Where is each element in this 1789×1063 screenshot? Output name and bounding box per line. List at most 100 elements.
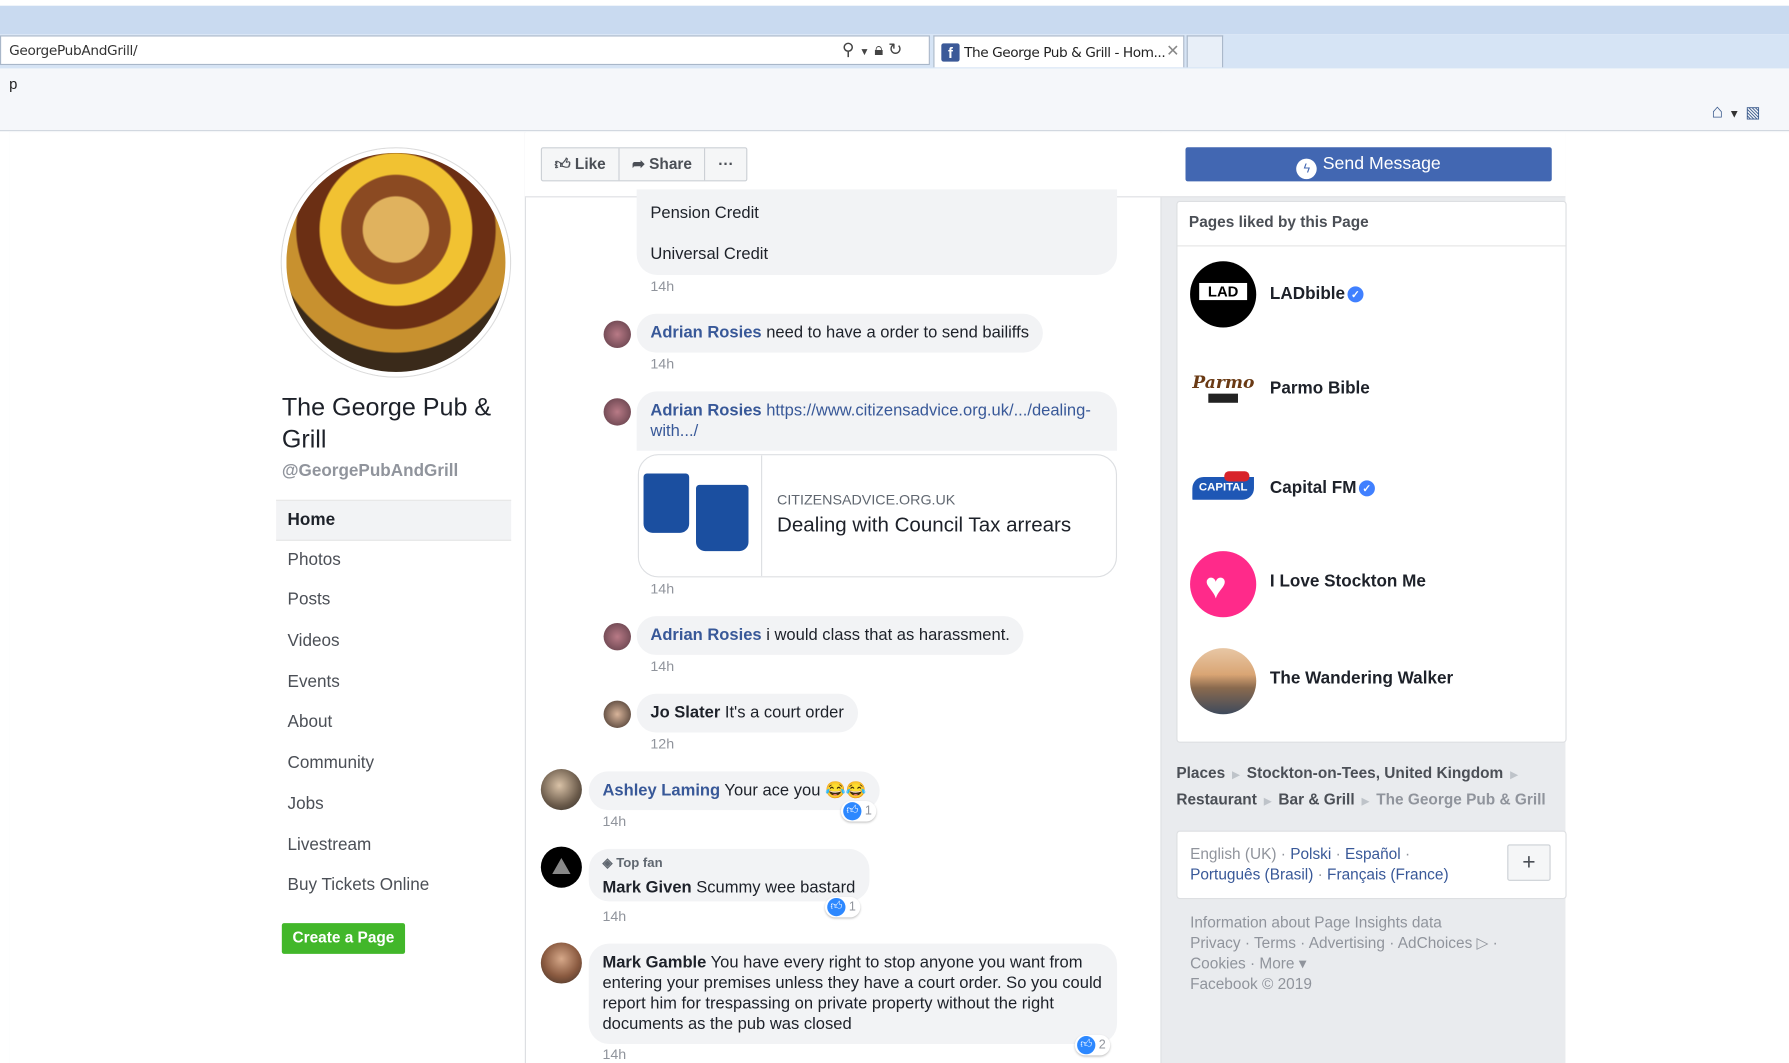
i-love-stockton-logo[interactable]: ♥ [1190, 551, 1257, 618]
search-icon[interactable]: ⚲ [842, 40, 855, 59]
liked-page-item[interactable]: I Love Stockton Me [1270, 572, 1426, 591]
avatar[interactable] [603, 398, 631, 426]
nav-item-community[interactable]: Community [276, 744, 511, 785]
language-link[interactable]: Español [1345, 845, 1401, 862]
liked-page-item[interactable]: LADbible ✓ [1270, 284, 1364, 304]
breadcrumb-restaurant[interactable]: Restaurant [1176, 791, 1256, 808]
comment-timestamp[interactable]: 14h [650, 356, 674, 372]
liked-page-name[interactable]: LADbible [1270, 284, 1345, 303]
comment-text: need to have a order to send bailiffs [761, 324, 1029, 343]
toolbar-icons: ⌂ ▼ ▧ [1712, 100, 1761, 123]
language-link[interactable]: Português (Brasil) [1190, 866, 1313, 883]
reaction-count[interactable]: 👍︎ 2 [1074, 1034, 1111, 1056]
language-link[interactable]: Polski [1290, 845, 1331, 862]
share-button[interactable]: ➦ Share [619, 148, 706, 181]
feed-icon[interactable]: ▧ [1745, 103, 1760, 121]
avatar[interactable] [540, 942, 582, 984]
address-text[interactable]: GeorgePubAndGrill/ [9, 42, 137, 58]
comment-timestamp[interactable]: 14h [650, 658, 674, 674]
liked-page-name[interactable]: The Wandering Walker [1270, 669, 1453, 688]
liked-page-name[interactable]: I Love Stockton Me [1270, 572, 1426, 591]
avatar[interactable] [603, 700, 631, 728]
verified-icon: ✓ [1358, 480, 1375, 497]
tab-close-icon[interactable]: ✕ [1166, 41, 1179, 60]
breadcrumb-places[interactable]: Places [1176, 764, 1225, 781]
commenter-name[interactable]: Adrian Rosies [650, 626, 761, 644]
top-fan-label: Top fan [616, 856, 663, 871]
breadcrumb-current[interactable]: The George Pub & Grill [1376, 791, 1545, 808]
chevron-right-icon: ▶ [1263, 795, 1272, 807]
dropdown-icon[interactable]: ▼ [859, 46, 869, 57]
commenter-name[interactable]: Ashley Laming [602, 782, 720, 800]
comment-timestamp[interactable]: 14h [602, 908, 626, 924]
liked-page-name[interactable]: Parmo Bible [1270, 379, 1370, 398]
page-profile-picture[interactable] [281, 148, 511, 377]
avatar[interactable] [540, 846, 582, 888]
facebook-favicon-icon: f [941, 43, 960, 62]
more-button[interactable]: ··· [706, 148, 747, 180]
liked-page-item[interactable]: Parmo Bible [1270, 379, 1370, 398]
avatar[interactable] [603, 622, 631, 651]
capital-fm-logo[interactable]: CAPITAL [1190, 454, 1257, 521]
commenter-name[interactable]: Jo Slater [650, 704, 720, 722]
create-page-button[interactable]: Create a Page [281, 923, 406, 954]
comment-timestamp[interactable]: 14h [602, 814, 626, 830]
nav-item-photos[interactable]: Photos [276, 540, 511, 581]
home-icon[interactable]: ⌂ [1712, 100, 1724, 122]
language-link[interactable]: Français (France) [1327, 866, 1449, 883]
page-action-buttons: 👍︎ Like ➦ Share ··· [540, 147, 748, 182]
avatar[interactable] [603, 320, 631, 349]
nav-item-home[interactable]: Home [276, 499, 512, 541]
liked-page-name[interactable]: Capital FM [1270, 478, 1357, 497]
footer-links[interactable]: Privacy · Terms · Advertising · AdChoice… [1190, 933, 1555, 954]
pages-liked-title[interactable]: Pages liked by this Page [1189, 213, 1369, 230]
address-bar[interactable] [0, 35, 930, 66]
add-language-button[interactable]: + [1507, 844, 1551, 881]
nav-item-about[interactable]: About [276, 703, 511, 744]
avatar[interactable] [540, 769, 582, 811]
nav-item-videos[interactable]: Videos [276, 622, 511, 663]
dropdown-icon[interactable]: ▼ [1729, 108, 1740, 121]
reaction-count[interactable]: 👍︎ 1 [840, 800, 877, 822]
commenter-name[interactable]: Mark Given [602, 879, 691, 897]
new-tab-button[interactable] [1186, 35, 1224, 68]
liked-page-item[interactable]: Capital FM ✓ [1270, 478, 1375, 497]
lock-icon[interactable]: 🔒︎ [874, 40, 883, 59]
liked-page-item[interactable]: The Wandering Walker [1270, 669, 1453, 688]
comment-timestamp[interactable]: 14h [650, 581, 674, 597]
reaction-count[interactable]: 👍︎ 1 [824, 896, 861, 918]
footer-links-2[interactable]: Cookies · More ▾ [1190, 954, 1555, 975]
comment-text: Your ace you 😂😂 [720, 781, 867, 800]
link-preview-card[interactable]: CITIZENSADVICE.ORG.UK Dealing with Counc… [637, 454, 1118, 578]
like-button[interactable]: 👍︎ Like [542, 148, 620, 181]
breadcrumb-location[interactable]: Stockton-on-Tees, United Kingdom [1247, 764, 1503, 781]
page-nav: Home Photos Posts Videos Events About Co… [276, 499, 512, 907]
share-icon: ➦ [631, 155, 650, 173]
ladbible-logo[interactable]: LAD [1190, 261, 1257, 328]
nav-item-events[interactable]: Events [276, 663, 511, 704]
commenter-name[interactable]: Mark Gamble [602, 954, 706, 972]
parmo-bible-logo[interactable]: Parmo [1190, 355, 1257, 423]
nav-item-posts[interactable]: Posts [276, 581, 511, 622]
nav-item-jobs[interactable]: Jobs [276, 785, 511, 826]
refresh-icon[interactable]: ↻ [888, 40, 902, 59]
chevron-right-icon: ▶ [1510, 769, 1518, 781]
comment-timestamp[interactable]: 14h [602, 1046, 626, 1062]
send-message-label: Send Message [1322, 154, 1441, 174]
commenter-name[interactable]: Adrian Rosies [650, 402, 761, 420]
page-title[interactable]: The George Pub & Grill [282, 391, 522, 455]
footer-insights-link[interactable]: Information about Page Insights data [1190, 913, 1555, 934]
wandering-walker-logo[interactable] [1190, 648, 1257, 715]
comment-timestamp[interactable]: 14h [650, 278, 674, 294]
tab-title[interactable]: The George Pub & Grill - Hom... [964, 44, 1166, 60]
nav-item-buy-tickets[interactable]: Buy Tickets Online [276, 866, 511, 907]
comment-text: It's a court order [720, 703, 844, 723]
like-reaction-icon: 👍︎ [1077, 1036, 1096, 1055]
comment-timestamp[interactable]: 12h [650, 736, 674, 752]
commenter-name[interactable]: Adrian Rosies [650, 324, 761, 342]
page-handle[interactable]: @GeorgePubAndGrill [282, 461, 458, 480]
send-message-button[interactable]: ϟ Send Message [1185, 147, 1552, 182]
breadcrumb-bar[interactable]: Bar & Grill [1278, 791, 1354, 808]
nav-item-livestream[interactable]: Livestream [276, 826, 511, 867]
thumbs-up-icon: 👍︎ [554, 155, 575, 173]
